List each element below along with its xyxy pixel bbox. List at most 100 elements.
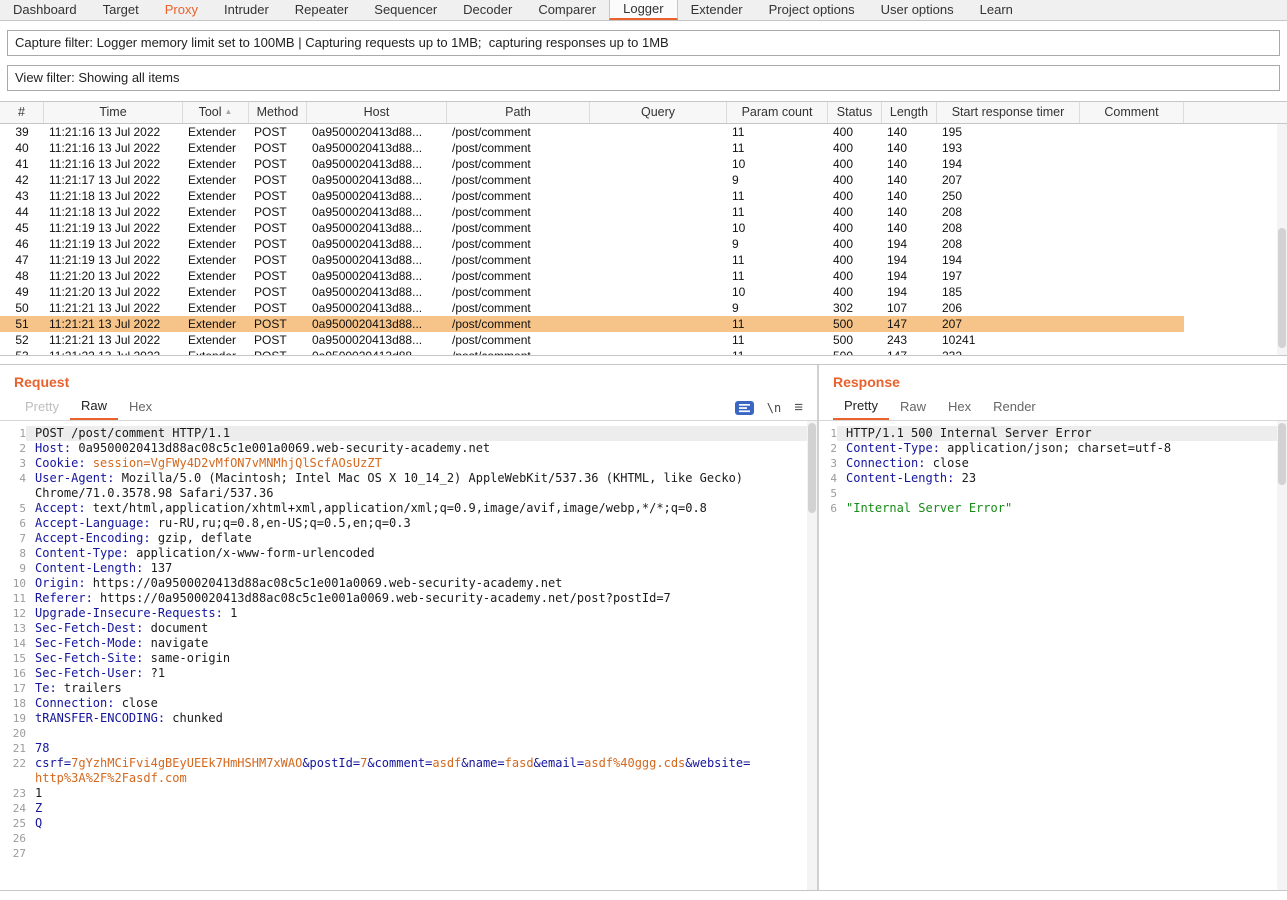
cell-length: 243: [882, 332, 937, 348]
tab-comparer[interactable]: Comparer: [525, 0, 609, 20]
column-header-status[interactable]: Status: [828, 102, 882, 123]
log-table-row[interactable]: 39 11:21:16 13 Jul 2022 Extender POST 0a…: [0, 124, 1287, 140]
table-scrollbar[interactable]: [1277, 124, 1287, 355]
log-table-row[interactable]: 41 11:21:16 13 Jul 2022 Extender POST 0a…: [0, 156, 1287, 172]
line-text: Connection: close: [837, 456, 1287, 471]
log-table-row[interactable]: 47 11:21:19 13 Jul 2022 Extender POST 0a…: [0, 252, 1287, 268]
column-header-time[interactable]: Time: [44, 102, 183, 123]
response-tabs-hex[interactable]: Hex: [937, 395, 982, 420]
message-editors: Request PrettyRawHex \n ≡ 1POST /post/co…: [0, 364, 1287, 891]
response-tabs-render[interactable]: Render: [982, 395, 1047, 420]
request-scrollbar-thumb[interactable]: [808, 423, 816, 513]
line-text: Te: trailers: [26, 681, 817, 696]
tab-learn[interactable]: Learn: [967, 0, 1026, 20]
log-table-row[interactable]: 45 11:21:19 13 Jul 2022 Extender POST 0a…: [0, 220, 1287, 236]
column-header-length[interactable]: Length: [882, 102, 937, 123]
cell-number: 50: [0, 300, 44, 316]
code-line-24: 24Z: [0, 801, 817, 816]
cell-comment: [1080, 284, 1184, 300]
tab-sequencer[interactable]: Sequencer: [361, 0, 450, 20]
log-table-row[interactable]: 43 11:21:18 13 Jul 2022 Extender POST 0a…: [0, 188, 1287, 204]
request-tabs-raw[interactable]: Raw: [70, 395, 118, 420]
line-text: Sec-Fetch-User: ?1: [26, 666, 817, 681]
cell-status: 302: [828, 300, 882, 316]
response-panel: Response PrettyRawHexRender 1HTTP/1.1 50…: [819, 365, 1287, 890]
cell-status: 400: [828, 188, 882, 204]
log-table-row[interactable]: 50 11:21:21 13 Jul 2022 Extender POST 0a…: [0, 300, 1287, 316]
log-table-row[interactable]: 49 11:21:20 13 Jul 2022 Extender POST 0a…: [0, 284, 1287, 300]
tab-proxy[interactable]: Proxy: [152, 0, 211, 20]
line-number: 22: [0, 756, 26, 786]
log-table-row[interactable]: 44 11:21:18 13 Jul 2022 Extender POST 0a…: [0, 204, 1287, 220]
line-text: Content-Type: application/x-www-form-url…: [26, 546, 817, 561]
column-header-path[interactable]: Path: [447, 102, 590, 123]
log-table-row[interactable]: 42 11:21:17 13 Jul 2022 Extender POST 0a…: [0, 172, 1287, 188]
row-filler: [1184, 284, 1287, 300]
line-number: 4: [0, 471, 26, 501]
line-text: POST /post/comment HTTP/1.1: [26, 426, 817, 441]
log-table-body[interactable]: 39 11:21:16 13 Jul 2022 Extender POST 0a…: [0, 124, 1287, 356]
cell-comment: [1080, 348, 1184, 356]
code-line-20: 20: [0, 726, 817, 741]
response-scrollbar[interactable]: [1277, 421, 1287, 890]
code-line-13: 13Sec-Fetch-Dest: document: [0, 621, 817, 636]
format-icon[interactable]: [735, 401, 754, 415]
log-table-row[interactable]: 46 11:21:19 13 Jul 2022 Extender POST 0a…: [0, 236, 1287, 252]
log-table-row[interactable]: 51 11:21:21 13 Jul 2022 Extender POST 0a…: [0, 316, 1287, 332]
response-editor[interactable]: 1HTTP/1.1 500 Internal Server Error2Cont…: [819, 421, 1287, 890]
cell-length: 140: [882, 140, 937, 156]
cell-query: [590, 236, 727, 252]
response-scrollbar-thumb[interactable]: [1278, 423, 1286, 485]
cell-length: 140: [882, 188, 937, 204]
tab-user-options[interactable]: User options: [868, 0, 967, 20]
cell-status: 400: [828, 268, 882, 284]
cell-method: POST: [249, 348, 307, 356]
column-header-timer[interactable]: Start response timer: [937, 102, 1080, 123]
line-text: Cookie: session=VgFWy4D2vMfON7vMNMhjQlSc…: [26, 456, 817, 471]
log-table-row[interactable]: 52 11:21:21 13 Jul 2022 Extender POST 0a…: [0, 332, 1287, 348]
row-filler: [1184, 204, 1287, 220]
cell-method: POST: [249, 124, 307, 140]
line-number: 1: [0, 426, 26, 441]
view-filter-bar[interactable]: View filter: Showing all items: [7, 65, 1280, 91]
tab-logger[interactable]: Logger: [609, 0, 677, 20]
request-scrollbar[interactable]: [807, 421, 817, 890]
column-header-id[interactable]: #: [0, 102, 44, 123]
cell-method: POST: [249, 252, 307, 268]
log-table-row[interactable]: 40 11:21:16 13 Jul 2022 Extender POST 0a…: [0, 140, 1287, 156]
tab-intruder[interactable]: Intruder: [211, 0, 282, 20]
sort-ascending-icon: ▲: [225, 102, 233, 122]
column-header-tool[interactable]: Tool▲: [183, 102, 249, 123]
request-tabs-pretty[interactable]: Pretty: [14, 395, 70, 420]
tab-target[interactable]: Target: [90, 0, 152, 20]
tab-dashboard[interactable]: Dashboard: [0, 0, 90, 20]
cell-number: 48: [0, 268, 44, 284]
request-editor[interactable]: 1POST /post/comment HTTP/1.12Host: 0a950…: [0, 421, 817, 890]
tab-repeater[interactable]: Repeater: [282, 0, 361, 20]
column-header-host[interactable]: Host: [307, 102, 447, 123]
request-tabs-hex[interactable]: Hex: [118, 395, 163, 420]
column-header-comment[interactable]: Comment: [1080, 102, 1184, 123]
menu-icon[interactable]: ≡: [794, 399, 803, 416]
cell-param-count: 10: [727, 156, 828, 172]
line-text: Sec-Fetch-Dest: document: [26, 621, 817, 636]
response-tabs-raw[interactable]: Raw: [889, 395, 937, 420]
row-filler: [1184, 236, 1287, 252]
cell-length: 194: [882, 252, 937, 268]
log-table-row[interactable]: 53 11:21:22 13 Jul 2022 Extender POST 0a…: [0, 348, 1287, 356]
column-header-param-count[interactable]: Param count: [727, 102, 828, 123]
cell-path: /post/comment: [447, 300, 590, 316]
cell-query: [590, 348, 727, 356]
tab-extender[interactable]: Extender: [678, 0, 756, 20]
newline-toggle-icon[interactable]: \n: [767, 401, 781, 415]
column-header-query[interactable]: Query: [590, 102, 727, 123]
table-scrollbar-thumb[interactable]: [1278, 228, 1286, 348]
response-tabs-pretty[interactable]: Pretty: [833, 395, 889, 420]
column-header-method[interactable]: Method: [249, 102, 307, 123]
row-filler: [1184, 348, 1287, 356]
log-table-row[interactable]: 48 11:21:20 13 Jul 2022 Extender POST 0a…: [0, 268, 1287, 284]
capture-filter-bar[interactable]: Capture filter: Logger memory limit set …: [7, 30, 1280, 56]
tab-project-options[interactable]: Project options: [756, 0, 868, 20]
cell-start-response-timer: 193: [937, 140, 1080, 156]
tab-decoder[interactable]: Decoder: [450, 0, 525, 20]
